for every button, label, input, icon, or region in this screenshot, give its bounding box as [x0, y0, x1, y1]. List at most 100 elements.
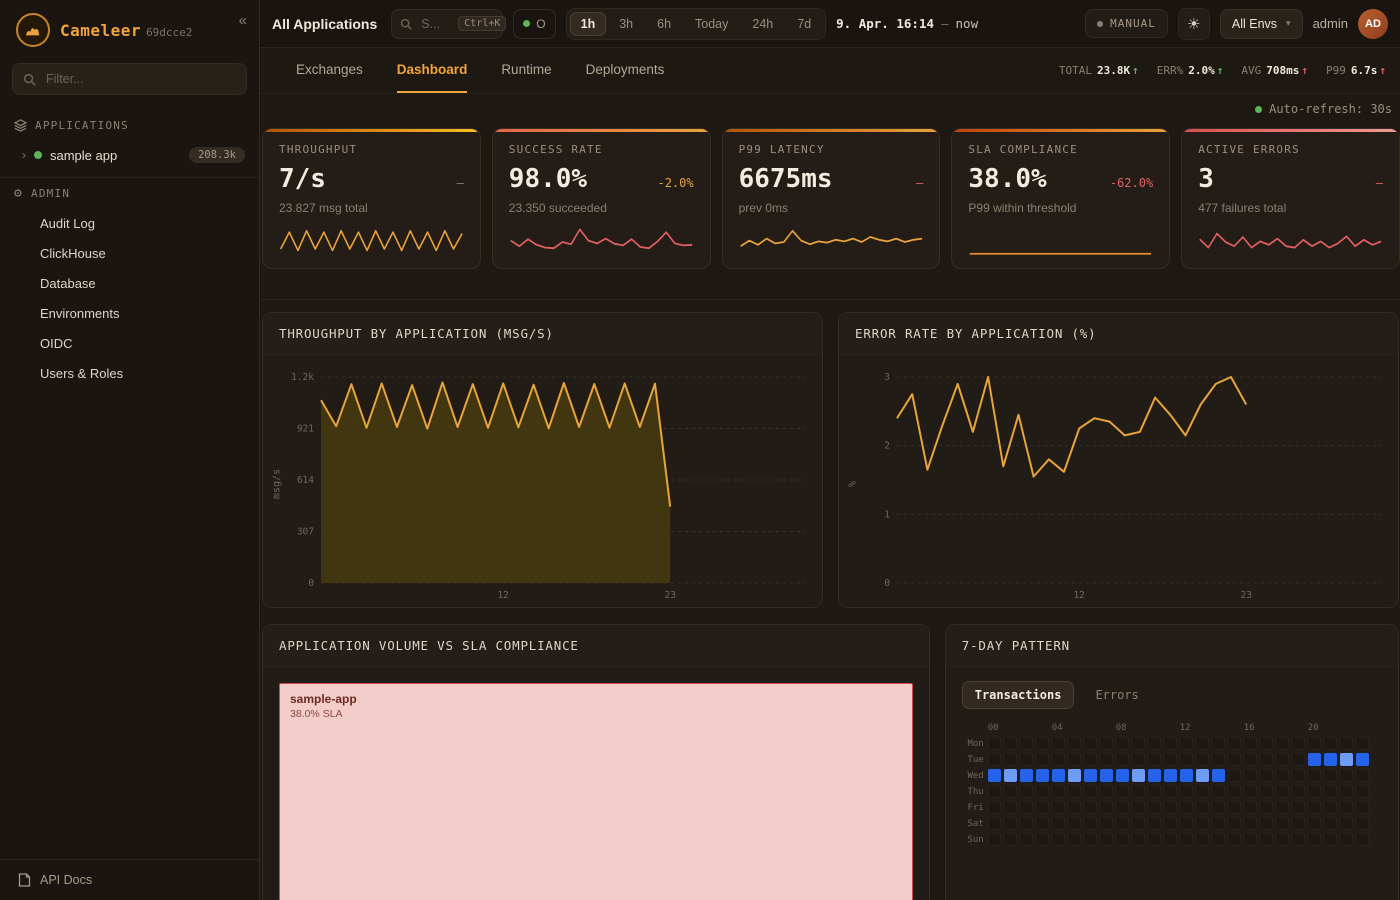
heatmap-cell[interactable]	[1260, 817, 1273, 830]
tab-exchanges[interactable]: Exchanges	[296, 48, 363, 93]
heatmap-cell[interactable]	[1004, 785, 1017, 798]
heatmap-cell[interactable]	[1180, 753, 1193, 766]
heatmap-cell[interactable]	[1324, 801, 1337, 814]
heatmap-cell[interactable]	[1244, 769, 1257, 782]
heatmap-cell[interactable]	[1020, 753, 1033, 766]
heatmap-cell[interactable]	[988, 737, 1001, 750]
heatmap-cell[interactable]	[1164, 769, 1177, 782]
global-search[interactable]: Ctrl+K	[391, 9, 503, 39]
heatmap-cell[interactable]	[1004, 801, 1017, 814]
heatmap-cell[interactable]	[1196, 817, 1209, 830]
heatmap-cell[interactable]	[1036, 817, 1049, 830]
heatmap-cell[interactable]	[1212, 801, 1225, 814]
heatmap-cell[interactable]	[1308, 785, 1321, 798]
sidebar-item-clickhouse[interactable]: ClickHouse	[0, 239, 259, 269]
heatmap-cell[interactable]	[1260, 737, 1273, 750]
heatmap-cell[interactable]	[1212, 737, 1225, 750]
filter-box[interactable]	[12, 63, 247, 95]
time-range-today[interactable]: Today	[684, 12, 739, 36]
heatmap-cell[interactable]	[1228, 769, 1241, 782]
heatmap-cell[interactable]	[1196, 801, 1209, 814]
heatmap-cell[interactable]	[1244, 785, 1257, 798]
heatmap-cell[interactable]	[1324, 769, 1337, 782]
sidebar-collapse-button[interactable]: «	[239, 12, 247, 29]
heatmap-cell[interactable]	[1212, 817, 1225, 830]
time-range-7d[interactable]: 7d	[786, 12, 822, 36]
heatmap-cell[interactable]	[1308, 833, 1321, 846]
heatmap-cell[interactable]	[1260, 769, 1273, 782]
heatmap-cell[interactable]	[1164, 737, 1177, 750]
heatmap-cell[interactable]	[1292, 833, 1305, 846]
heatmap-cell[interactable]	[1004, 753, 1017, 766]
heatmap-cell[interactable]	[1132, 785, 1145, 798]
heatmap-cell[interactable]	[988, 785, 1001, 798]
heatmap-cell[interactable]	[1356, 833, 1369, 846]
heatmap-cell[interactable]	[1068, 817, 1081, 830]
treemap-block-sample-app[interactable]: sample-app 38.0% SLA	[279, 683, 913, 900]
heatmap-cell[interactable]	[1292, 737, 1305, 750]
heatmap-cell[interactable]	[1148, 769, 1161, 782]
live-status-pill[interactable]: O	[513, 9, 555, 39]
sidebar-item-sample-app[interactable]: › sample app 208.3k	[0, 140, 259, 175]
heatmap-cell[interactable]	[1196, 769, 1209, 782]
heatmap-cell[interactable]	[1356, 737, 1369, 750]
heatmap-cell[interactable]	[1036, 769, 1049, 782]
heatmap-cell[interactable]	[1196, 753, 1209, 766]
heatmap-cell[interactable]	[1100, 817, 1113, 830]
heatmap-cell[interactable]	[988, 769, 1001, 782]
heatmap-cell[interactable]	[1180, 769, 1193, 782]
sidebar-item-oidc[interactable]: OIDC	[0, 329, 259, 359]
heatmap-cell[interactable]	[1244, 817, 1257, 830]
heatmap-cell[interactable]	[1228, 833, 1241, 846]
heatmap-cell[interactable]	[1324, 785, 1337, 798]
tab-dashboard[interactable]: Dashboard	[397, 48, 468, 93]
heatmap-cell[interactable]	[1036, 785, 1049, 798]
heatmap-cell[interactable]	[1100, 753, 1113, 766]
heatmap-cell[interactable]	[1292, 785, 1305, 798]
heatmap-cell[interactable]	[1260, 785, 1273, 798]
heatmap-cell[interactable]	[1276, 801, 1289, 814]
heatmap-cell[interactable]	[1068, 769, 1081, 782]
heatmap-cell[interactable]	[1340, 753, 1353, 766]
heatmap-cell[interactable]	[1084, 817, 1097, 830]
heatmap-cell[interactable]	[1292, 801, 1305, 814]
heatmap-cell[interactable]	[1196, 785, 1209, 798]
heatmap-cell[interactable]	[1004, 817, 1017, 830]
heatmap-cell[interactable]	[1356, 817, 1369, 830]
heatmap-cell[interactable]	[1308, 737, 1321, 750]
heatmap-cell[interactable]	[1196, 737, 1209, 750]
heatmap-cell[interactable]	[1164, 801, 1177, 814]
heatmap-cell[interactable]	[1100, 801, 1113, 814]
heatmap-cell[interactable]	[1068, 785, 1081, 798]
heatmap-cell[interactable]	[1228, 801, 1241, 814]
heatmap-cell[interactable]	[1036, 833, 1049, 846]
heatmap-cell[interactable]	[988, 833, 1001, 846]
heatmap-cell[interactable]	[1276, 753, 1289, 766]
heatmap-cell[interactable]	[1084, 801, 1097, 814]
heatmap-cell[interactable]	[1084, 833, 1097, 846]
pattern-tab-errors[interactable]: Errors	[1082, 681, 1151, 709]
heatmap-cell[interactable]	[1036, 737, 1049, 750]
heatmap-cell[interactable]	[1068, 833, 1081, 846]
heatmap-cell[interactable]	[1100, 737, 1113, 750]
heatmap-cell[interactable]	[1116, 737, 1129, 750]
heatmap-cell[interactable]	[1116, 801, 1129, 814]
heatmap-cell[interactable]	[1052, 753, 1065, 766]
heatmap-cell[interactable]	[1276, 817, 1289, 830]
heatmap-cell[interactable]	[1276, 785, 1289, 798]
heatmap-cell[interactable]	[1148, 817, 1161, 830]
heatmap-cell[interactable]	[1244, 801, 1257, 814]
heatmap-cell[interactable]	[1308, 769, 1321, 782]
heatmap-cell[interactable]	[1260, 801, 1273, 814]
heatmap-cell[interactable]	[1052, 833, 1065, 846]
heatmap-cell[interactable]	[1020, 833, 1033, 846]
heatmap-cell[interactable]	[1004, 769, 1017, 782]
heatmap-cell[interactable]	[1180, 785, 1193, 798]
heatmap-cell[interactable]	[1132, 737, 1145, 750]
env-select[interactable]: All Envs ▾	[1220, 9, 1303, 39]
avatar[interactable]: AD	[1358, 9, 1388, 39]
sidebar-item-users-roles[interactable]: Users & Roles	[0, 359, 259, 389]
heatmap-cell[interactable]	[1020, 785, 1033, 798]
heatmap-cell[interactable]	[1100, 769, 1113, 782]
heatmap-cell[interactable]	[1260, 753, 1273, 766]
